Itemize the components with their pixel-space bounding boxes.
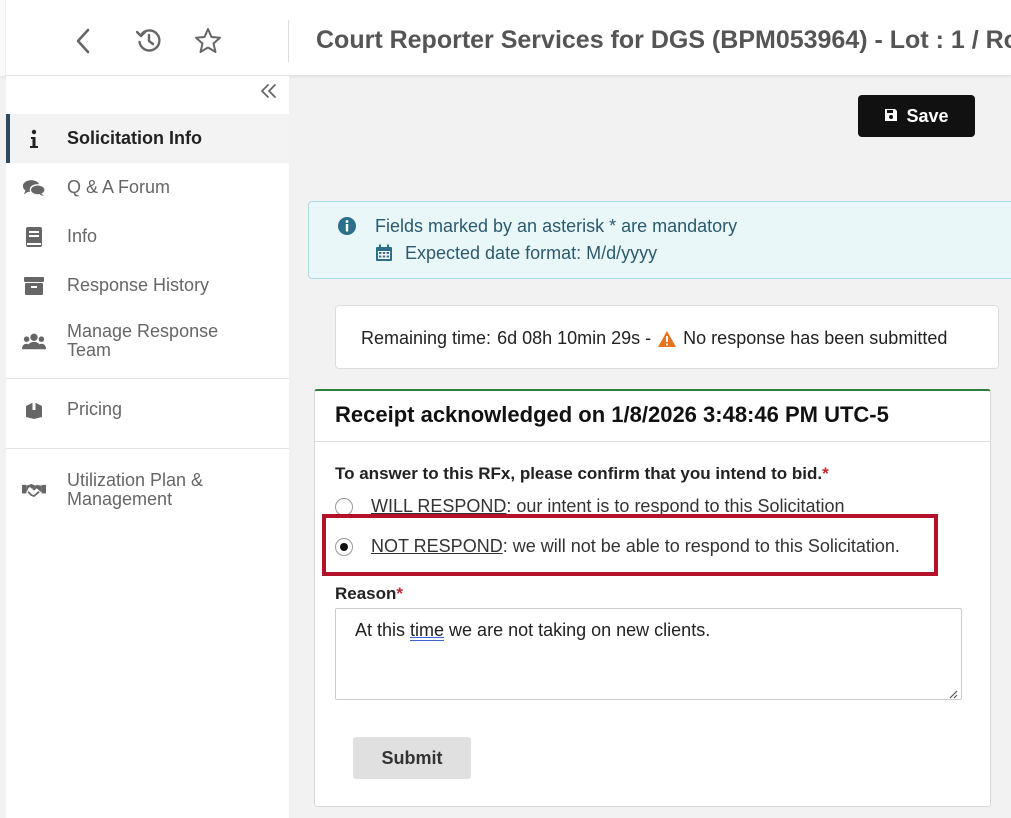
info-notice: Fields marked by an asterisk * are manda… <box>308 201 1011 279</box>
sidebar-item-solicitation-info[interactable]: Solicitation Info <box>6 114 289 163</box>
chevron-left-icon[interactable] <box>68 26 98 56</box>
receipt-title: Receipt acknowledged on 1/8/2026 3:48:46… <box>335 402 889 427</box>
highlight-box <box>322 514 938 576</box>
reason-spell: time <box>410 620 445 640</box>
left-strip <box>0 0 6 76</box>
sidebar-item-label: Info <box>67 226 98 246</box>
history-icon[interactable] <box>134 26 164 56</box>
response-status: No response has been submitted <box>683 328 948 348</box>
reason-label: Reason* <box>335 584 403 604</box>
double-chevron-left-icon[interactable] <box>257 82 279 104</box>
sidebar-item-qa-forum[interactable]: Q & A Forum <box>6 163 289 212</box>
sidebar-item-label: Utilization Plan & Management <box>67 471 203 509</box>
info-icon <box>22 127 46 151</box>
top-header: Court Reporter Services for DGS (BPM0539… <box>0 0 1011 76</box>
sidebar-item-info[interactable]: Info <box>6 212 289 261</box>
reason-post: we are not taking on new clients. <box>444 620 711 640</box>
warning-icon <box>657 330 677 348</box>
sidebar-divider <box>6 448 289 449</box>
sidebar-item-label: Pricing <box>67 399 123 419</box>
sidebar-item-label: Manage Response Team <box>67 322 218 360</box>
save-label: Save <box>906 105 949 126</box>
sidebar-item-pricing[interactable]: Pricing <box>6 385 289 434</box>
page-title: Court Reporter Services for DGS (BPM0539… <box>316 26 1011 54</box>
floppy-disk-icon <box>884 106 898 127</box>
sidebar-divider <box>6 378 289 379</box>
submit-button[interactable]: Submit <box>353 737 471 779</box>
intent-card: Receipt acknowledged on 1/8/2026 3:48:46… <box>314 389 991 807</box>
reason-textarea[interactable]: At this time we are not taking on new cl… <box>335 608 962 700</box>
label-line-2: Management <box>67 489 173 509</box>
sidebar-item-utilization-plan[interactable]: Utilization Plan & Management <box>6 459 289 521</box>
sidebar-item-response-history[interactable]: Response History <box>6 261 289 310</box>
info-circle-icon <box>337 216 357 241</box>
sidebar: Solicitation Info Q & A Forum Info Respo… <box>6 76 289 818</box>
date-format-note: Expected date format: M/d/yyyy <box>405 243 658 263</box>
save-button[interactable]: Save <box>858 95 975 137</box>
sidebar-item-label: Q & A Forum <box>67 177 171 197</box>
calendar-icon <box>375 244 393 267</box>
comments-icon <box>22 176 46 200</box>
remaining-time-row: Remaining time: 6d 08h 10min 29s - No re… <box>361 328 947 349</box>
card-header: Receipt acknowledged on 1/8/2026 3:48:46… <box>315 391 990 442</box>
remaining-value: 6d 08h 10min 29s - <box>497 328 652 348</box>
remaining-time-panel: Remaining time: 6d 08h 10min 29s - No re… <box>335 305 999 369</box>
option-key: WILL RESPOND <box>371 496 507 516</box>
intent-question: To answer to this RFx, please confirm th… <box>335 464 829 484</box>
question-text: To answer to this RFx, please confirm th… <box>335 464 823 483</box>
mandatory-note: Fields marked by an asterisk * are manda… <box>375 216 738 236</box>
reason-pre: At this <box>355 620 411 640</box>
required-asterisk: * <box>822 464 829 483</box>
remaining-label: Remaining time: <box>361 328 492 348</box>
sidebar-nav: Solicitation Info Q & A Forum Info Respo… <box>6 114 289 521</box>
label-line-1: Manage Response <box>67 321 219 341</box>
will-respond-radio[interactable] <box>335 497 353 516</box>
archive-icon <box>22 274 46 298</box>
required-asterisk: * <box>396 584 404 603</box>
header-divider <box>288 20 289 62</box>
sidebar-item-manage-response-team[interactable]: Manage Response Team <box>6 310 289 372</box>
sidebar-item-label: Solicitation Info <box>67 128 202 148</box>
resize-handle-icon[interactable] <box>948 686 958 699</box>
handshake-icon <box>22 478 46 502</box>
box-icon <box>22 398 46 422</box>
sidebar-item-label: Response History <box>67 275 210 295</box>
reason-label-text: Reason <box>335 584 397 603</box>
book-icon <box>22 225 46 249</box>
label-line-1: Utilization Plan & <box>67 470 204 490</box>
label-line-2: Team <box>67 340 112 360</box>
option-rest: : our intent is to respond to this Solic… <box>506 496 845 516</box>
users-icon <box>22 329 46 353</box>
reason-value: At this time we are not taking on new cl… <box>355 620 710 641</box>
star-icon[interactable] <box>193 26 223 56</box>
